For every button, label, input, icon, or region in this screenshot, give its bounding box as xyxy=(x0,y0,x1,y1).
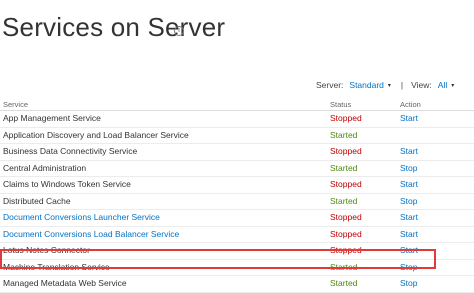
start-service-link[interactable]: Start xyxy=(400,210,418,226)
server-dropdown-value: Standard xyxy=(349,80,384,90)
service-status: Stopped xyxy=(330,228,362,239)
table-row: Machine Translation Service Started Stop xyxy=(0,260,474,276)
service-status: Started xyxy=(330,261,358,272)
table-row: Central Administration Started Stop xyxy=(0,161,474,177)
table-row: Claims to Windows Token Service Stopped St… xyxy=(0,177,474,194)
server-dropdown[interactable]: Standard ▾ xyxy=(349,80,391,90)
service-name: Application Discovery and Load Balancer … xyxy=(3,129,189,140)
service-name[interactable]: Document Conversions Launcher Service xyxy=(3,210,160,226)
start-service-link[interactable]: Start xyxy=(400,111,418,127)
service-name: Distributed Cache xyxy=(3,195,71,206)
view-dropdown-value: All xyxy=(437,80,448,90)
view-label: View: xyxy=(411,80,432,90)
start-service-link[interactable]: Start xyxy=(400,144,418,160)
table-row: Document Conversions Launcher Service Sto… xyxy=(0,210,474,227)
service-name: Claims to Windows Token Service xyxy=(3,179,131,189)
filter-bar: Server: Standard ▾ | View: All ▾ xyxy=(316,78,466,92)
column-header-action: Action xyxy=(400,100,421,109)
service-status: Started xyxy=(330,129,358,140)
service-name: Central Administration xyxy=(3,162,87,173)
start-service-link[interactable]: Start xyxy=(400,243,418,259)
service-status: Started xyxy=(330,162,358,173)
table-row: Distributed Cache Started Stop xyxy=(0,194,474,210)
stop-service-link[interactable]: Stop xyxy=(400,161,418,177)
table-row: Managed Metadata Web Service Started Stop xyxy=(0,276,474,293)
service-status: Stopped xyxy=(330,179,362,189)
service-name: Lotus Notes Connector xyxy=(3,245,90,255)
column-header-service: Service xyxy=(3,100,29,109)
service-status: Stopped xyxy=(330,212,362,222)
stop-service-link[interactable]: Stop xyxy=(400,276,418,292)
service-status: Started xyxy=(330,195,358,206)
table-row: Business Data Connectivity Service Stoppe… xyxy=(0,144,474,161)
page-title: Services on Server xyxy=(2,12,226,42)
table-row: Document Conversions Load Balancer Servi… xyxy=(0,227,474,243)
table-row: Application Discovery and Load Balancer … xyxy=(0,128,474,144)
service-name: Machine Translation Service xyxy=(3,261,110,272)
table-row: Lotus Notes Connector Stopped Start xyxy=(0,243,474,260)
service-status: Stopped xyxy=(330,146,362,156)
chevron-down-icon: ▾ xyxy=(451,82,455,89)
services-table: App Management Service Stopped Start Applic… xyxy=(0,111,474,293)
filter-separator: | xyxy=(400,80,404,90)
service-name[interactable]: Document Conversions Load Balancer Servi… xyxy=(3,227,179,243)
service-name: App Management Service xyxy=(3,113,101,123)
chevron-down-icon: ▾ xyxy=(387,82,391,89)
info-icon[interactable]: i xyxy=(174,26,184,36)
stop-service-link[interactable]: Stop xyxy=(400,260,418,276)
service-status: Stopped xyxy=(330,113,362,123)
column-header-status: Status xyxy=(330,100,352,109)
service-name: Business Data Connectivity Service xyxy=(3,146,138,156)
start-service-link[interactable]: Start xyxy=(400,227,418,243)
table-row: App Management Service Stopped Start xyxy=(0,111,474,128)
stop-service-link[interactable]: Stop xyxy=(400,194,418,210)
service-status: Stopped xyxy=(330,245,362,255)
service-name: Managed Metadata Web Service xyxy=(3,278,127,288)
server-label: Server: xyxy=(316,80,344,90)
start-service-link[interactable]: Start xyxy=(400,177,418,193)
service-status: Started xyxy=(330,278,358,288)
view-dropdown[interactable]: All ▾ xyxy=(438,80,454,90)
